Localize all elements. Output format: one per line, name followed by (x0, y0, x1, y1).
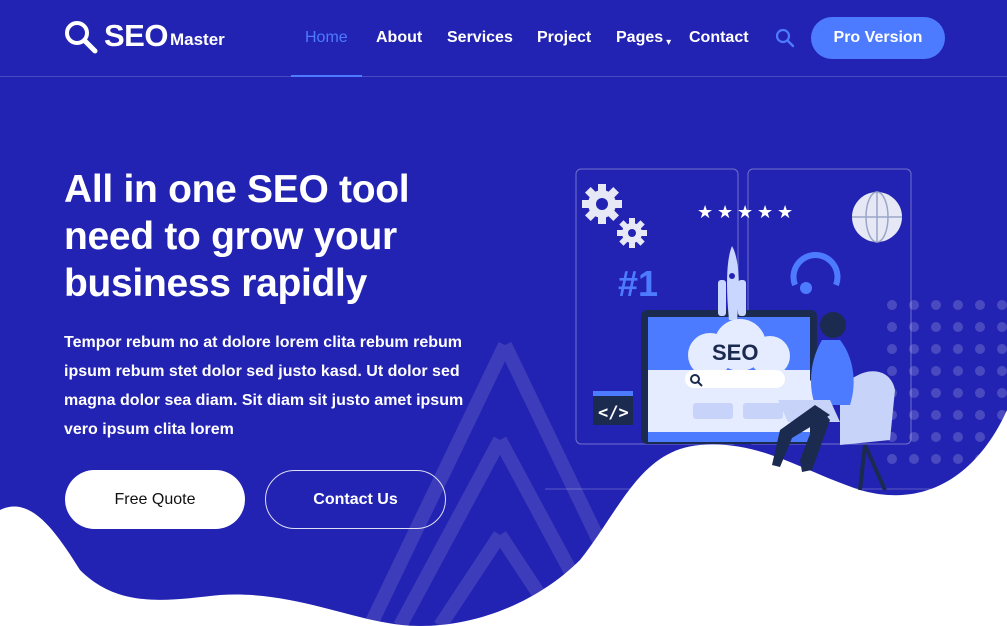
svg-text:★: ★ (757, 202, 773, 223)
target-icon (790, 252, 841, 294)
nav-about[interactable]: About (376, 28, 422, 48)
gear-icon (582, 184, 647, 248)
nav-home[interactable]: Home (305, 28, 348, 48)
nav-contact[interactable]: Contact (689, 28, 749, 48)
svg-text:</>: </> (598, 403, 629, 423)
brand-sub-text: Master (169, 30, 225, 49)
rank-label: #1 (618, 263, 658, 304)
nav-active-indicator (291, 75, 362, 77)
chevron-down-icon: ▾ (666, 37, 672, 48)
dots-pattern (887, 300, 1007, 464)
globe-icon (852, 191, 902, 243)
search-icon (64, 20, 98, 54)
svg-text:★: ★ (717, 202, 733, 223)
nav-project[interactable]: Project (537, 28, 591, 48)
nav-pages-dropdown[interactable]: Pages ▾ (616, 28, 671, 53)
hero-description: Tempor rebum no at dolore lorem clita re… (64, 334, 464, 438)
svg-text:★: ★ (697, 202, 713, 223)
free-quote-button[interactable]: Free Quote (65, 470, 245, 529)
pro-version-button[interactable]: Pro Version (811, 17, 945, 59)
search-icon[interactable] (775, 28, 795, 48)
hero-illustration: #1 ★ ★ ★ ★ ★ SEO </> (575, 168, 1007, 491)
rocket-icon (718, 246, 746, 320)
svg-text:★: ★ (737, 202, 753, 223)
brand-main-text: SEO (104, 18, 168, 53)
hero-title: All in one SEO tool need to grow your bu… (64, 168, 410, 305)
seo-label: SEO (712, 340, 758, 365)
svg-text:★: ★ (777, 202, 793, 223)
brand-logo[interactable]: SEO Master (64, 18, 225, 54)
nav-pages-label: Pages (616, 29, 664, 46)
navbar: SEO Master Home About Services Project P… (0, 0, 1007, 77)
contact-us-button[interactable]: Contact Us (265, 470, 446, 529)
code-icon: </> (593, 391, 633, 425)
rating-stars: ★ ★ ★ ★ ★ (697, 202, 793, 223)
nav-services[interactable]: Services (447, 28, 513, 48)
